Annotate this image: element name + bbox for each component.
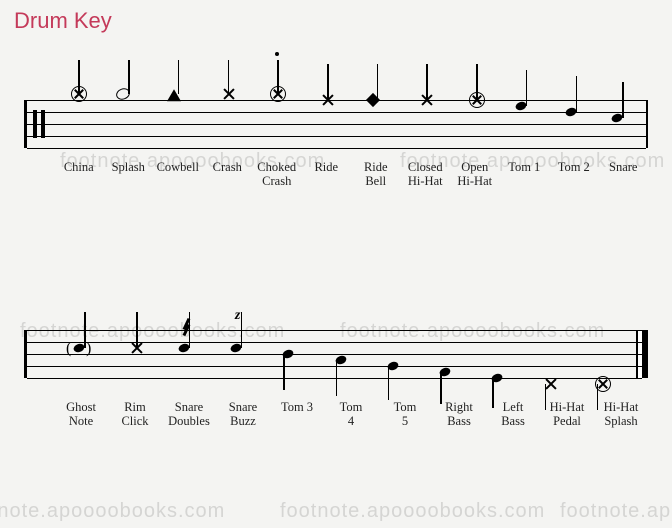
label: Tom 1 bbox=[500, 160, 550, 189]
label: Tom 5 bbox=[378, 400, 432, 429]
percussion-clef-icon bbox=[33, 110, 45, 138]
label: Snare Doubles bbox=[162, 400, 216, 429]
labels-row-2: Ghost Note Rim Click Snare Doubles Snare… bbox=[54, 400, 648, 429]
watermark: footnote.apoooobooks.com bbox=[280, 500, 545, 523]
label: Tom 4 bbox=[324, 400, 378, 429]
label: Right Bass bbox=[432, 400, 486, 429]
staff: ( ) z bbox=[24, 330, 648, 378]
label: Ride bbox=[302, 160, 352, 189]
label: Hi-Hat Splash bbox=[594, 400, 648, 429]
staff-row-2: ( ) z bbox=[24, 330, 648, 378]
label: Snare bbox=[599, 160, 649, 189]
label: Splash bbox=[104, 160, 154, 189]
label: Cowbell bbox=[153, 160, 203, 189]
label: Closed Hi-Hat bbox=[401, 160, 451, 189]
label: Left Bass bbox=[486, 400, 540, 429]
label: Ghost Note bbox=[54, 400, 108, 429]
label: Ride Bell bbox=[351, 160, 401, 189]
staff bbox=[24, 100, 648, 148]
label: Open Hi-Hat bbox=[450, 160, 500, 189]
label: Rim Click bbox=[108, 400, 162, 429]
page-title: Drum Key bbox=[14, 8, 112, 34]
label: China bbox=[54, 160, 104, 189]
label: Choked Crash bbox=[252, 160, 302, 189]
staff-row-1 bbox=[24, 100, 648, 148]
watermark: footnote.apoooobooks.com bbox=[560, 500, 672, 523]
label: Tom 3 bbox=[270, 400, 324, 429]
watermark: footnote.apoooobooks.com bbox=[0, 500, 225, 523]
label: Tom 2 bbox=[549, 160, 599, 189]
label: Crash bbox=[203, 160, 253, 189]
labels-row-1: China Splash Cowbell Crash Choked Crash … bbox=[54, 160, 648, 189]
label: Hi-Hat Pedal bbox=[540, 400, 594, 429]
note-area: ( ) z bbox=[57, 290, 638, 410]
label: Snare Buzz bbox=[216, 400, 270, 429]
